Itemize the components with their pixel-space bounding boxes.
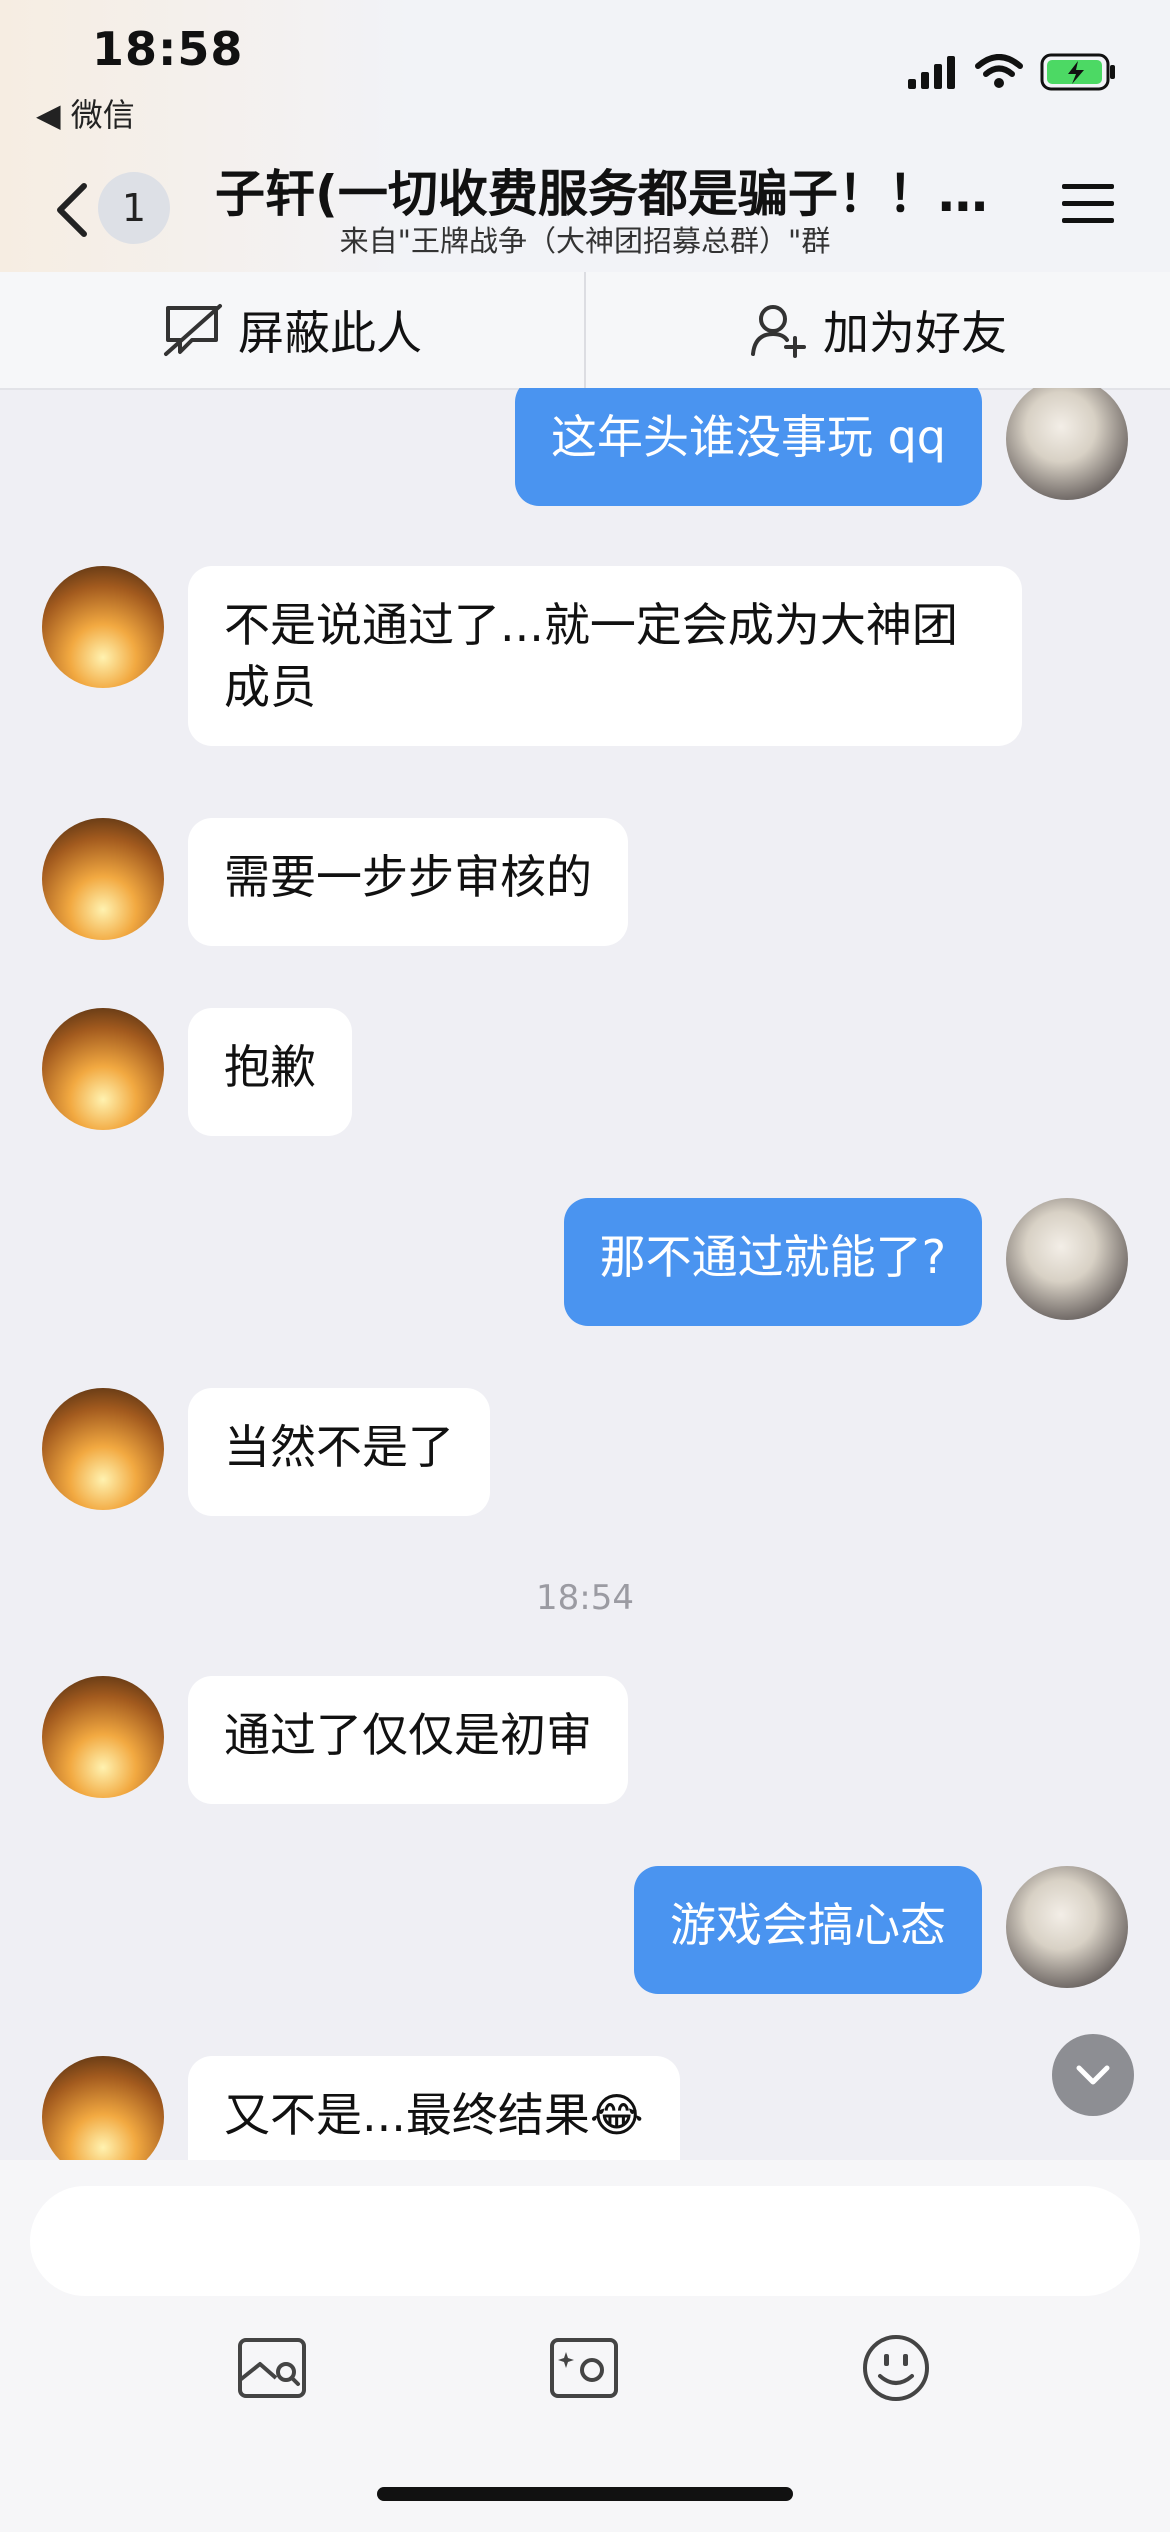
contact-avatar[interactable] <box>42 2056 164 2160</box>
unread-count-badge[interactable]: 1 <box>98 172 170 244</box>
sent-message-bubble[interactable]: 那不通过就能了? <box>563 1198 982 1326</box>
smiley-icon <box>863 2335 929 2401</box>
my-avatar[interactable] <box>1006 1866 1128 1988</box>
received-message-bubble[interactable]: 又不是...最终结果😂 <box>188 2056 680 2160</box>
photo-album-button[interactable] <box>230 2326 314 2410</box>
home-indicator[interactable] <box>377 2487 793 2501</box>
stranger-action-bar: 屏蔽此人 加为好友 <box>0 272 1170 390</box>
wifi-icon <box>975 54 1023 88</box>
add-friend-icon <box>751 305 806 358</box>
message-input[interactable] <box>30 2186 1140 2296</box>
cellular-signal-icon <box>908 56 955 89</box>
chevron-down-icon <box>1076 2065 1110 2085</box>
top-bar: 18:58 ◀ 微信 1 子轩(一切收费服务都是骗子！！… 来自"王牌战争（大神… <box>0 0 1170 272</box>
add-friend-label: 加为好友 <box>823 306 1007 360</box>
contact-avatar[interactable] <box>42 566 164 688</box>
received-message-bubble[interactable]: 需要一步步审核的 <box>188 818 628 946</box>
image-icon <box>238 2338 306 2398</box>
camera-icon <box>550 2338 618 2398</box>
add-friend-button[interactable]: 加为好友 <box>586 272 1170 388</box>
chat-title: 子轩(一切收费服务都是骗子！！… <box>215 165 988 223</box>
emoji-button[interactable] <box>854 2326 938 2410</box>
my-avatar[interactable] <box>1006 1198 1128 1320</box>
battery-charging-icon <box>1040 53 1115 91</box>
back-chevron-icon[interactable] <box>52 180 92 240</box>
composer-bar <box>0 2160 1170 2532</box>
block-icon <box>164 304 222 356</box>
contact-avatar[interactable] <box>42 1388 164 1510</box>
sent-message-bubble[interactable]: 游戏会搞心态 <box>634 1866 982 1994</box>
message-timestamp: 18:54 <box>536 1578 634 1618</box>
menu-icon[interactable] <box>1060 180 1116 228</box>
block-user-button[interactable]: 屏蔽此人 <box>0 272 584 388</box>
status-icons <box>908 52 1118 92</box>
received-message-bubble[interactable]: 抱歉 <box>188 1008 352 1136</box>
status-time: 18:58 <box>92 22 244 76</box>
received-message-bubble[interactable]: 通过了仅仅是初审 <box>188 1676 628 1804</box>
my-avatar[interactable] <box>1006 388 1128 500</box>
message-list[interactable]: 这年头谁没事玩 qq 不是说通过了...就一定会成为大神团成员 需要一步步审核的… <box>0 388 1170 2160</box>
contact-avatar[interactable] <box>42 1676 164 1798</box>
received-message-bubble[interactable]: 不是说通过了...就一定会成为大神团成员 <box>188 566 1022 746</box>
scroll-to-bottom-button[interactable] <box>1052 2034 1134 2116</box>
block-user-label: 屏蔽此人 <box>238 306 422 360</box>
received-message-bubble[interactable]: 当然不是了 <box>188 1388 490 1516</box>
back-to-wechat-link[interactable]: ◀ 微信 <box>36 90 135 136</box>
contact-avatar[interactable] <box>42 818 164 940</box>
camera-button[interactable] <box>542 2326 626 2410</box>
chat-subtitle: 来自"王牌战争（大神团招募总群）"群 <box>339 224 831 258</box>
contact-avatar[interactable] <box>42 1008 164 1130</box>
sent-message-bubble[interactable]: 这年头谁没事玩 qq <box>514 388 982 506</box>
